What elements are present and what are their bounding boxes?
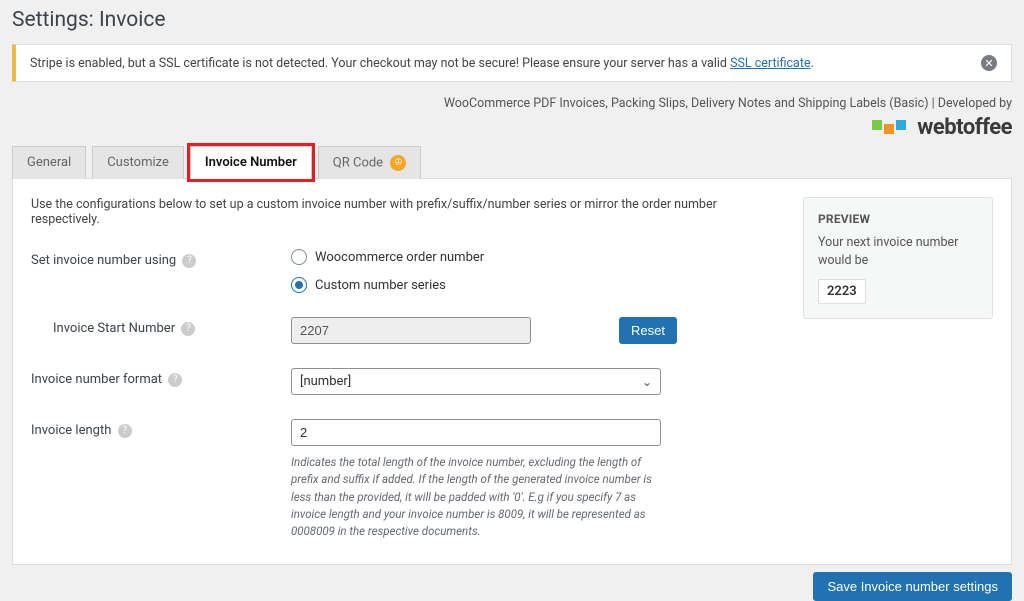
chevron-down-icon: ⌄ xyxy=(642,375,652,389)
intro-text: Use the configurations below to set up a… xyxy=(31,197,783,227)
developer-credit: WooCommerce PDF Invoices, Packing Slips,… xyxy=(12,96,1012,111)
alert-text-suffix: . xyxy=(811,56,814,71)
save-button[interactable]: Save Invoice number settings xyxy=(813,572,1012,601)
help-icon[interactable]: ? xyxy=(181,322,195,336)
select-value: [number] xyxy=(300,374,351,389)
tab-general[interactable]: General xyxy=(12,146,86,179)
label-set-invoice-using: Set invoice number using ? xyxy=(31,249,291,268)
radio-icon xyxy=(291,277,307,293)
alert-text: Stripe is enabled, but a SSL certificate… xyxy=(30,56,730,71)
tab-invoice-number[interactable]: Invoice Number xyxy=(190,146,312,179)
radio-custom-series[interactable]: Custom number series xyxy=(291,277,783,293)
label-text: Invoice number format xyxy=(31,372,162,387)
label-invoice-format: Invoice number format ? xyxy=(31,368,291,387)
ssl-warning-alert: Stripe is enabled, but a SSL certificate… xyxy=(12,44,1012,82)
label-start-number: Invoice Start Number ? xyxy=(31,317,291,336)
radio-label: Custom number series xyxy=(315,278,446,293)
premium-crown-icon: ♔ xyxy=(390,155,406,171)
start-number-input[interactable] xyxy=(291,317,531,344)
settings-panel: Use the configurations below to set up a… xyxy=(12,178,1012,565)
reset-button[interactable]: Reset xyxy=(619,317,677,344)
ssl-cert-link[interactable]: SSL certificate xyxy=(730,56,811,71)
help-icon[interactable]: ? xyxy=(118,424,132,438)
logo-mark-icon xyxy=(872,123,908,138)
tab-qr-label: QR Code xyxy=(333,155,383,170)
preview-box: PREVIEW Your next invoice number would b… xyxy=(803,197,993,319)
label-text: Set invoice number using xyxy=(31,253,176,268)
preview-title: PREVIEW xyxy=(818,212,978,226)
close-icon[interactable]: ✕ xyxy=(981,55,997,71)
page-title: Settings: Invoice xyxy=(12,0,1012,44)
radio-icon xyxy=(291,249,307,265)
brand-logo: webtoffee xyxy=(12,115,1012,140)
radio-label: Woocommerce order number xyxy=(315,250,484,265)
invoice-length-input[interactable] xyxy=(291,419,661,446)
preview-subtitle: Your next invoice number would be xyxy=(818,234,978,269)
tab-qr-code[interactable]: QR Code ♔ xyxy=(318,146,422,179)
label-text: Invoice Start Number xyxy=(53,321,175,336)
help-icon[interactable]: ? xyxy=(168,373,182,387)
help-icon[interactable]: ? xyxy=(182,254,196,268)
preview-value: 2223 xyxy=(818,279,866,304)
label-invoice-length: Invoice length ? xyxy=(31,419,291,438)
format-select[interactable]: [number] ⌄ xyxy=(291,368,661,395)
tab-customize[interactable]: Customize xyxy=(92,146,184,179)
logo-text: webtoffee xyxy=(917,115,1012,140)
radio-woo-order[interactable]: Woocommerce order number xyxy=(291,249,783,265)
settings-tabs: General Customize Invoice Number QR Code… xyxy=(12,146,1012,179)
label-text: Invoice length xyxy=(31,423,111,438)
length-help-text: Indicates the total length of the invoic… xyxy=(291,454,671,540)
